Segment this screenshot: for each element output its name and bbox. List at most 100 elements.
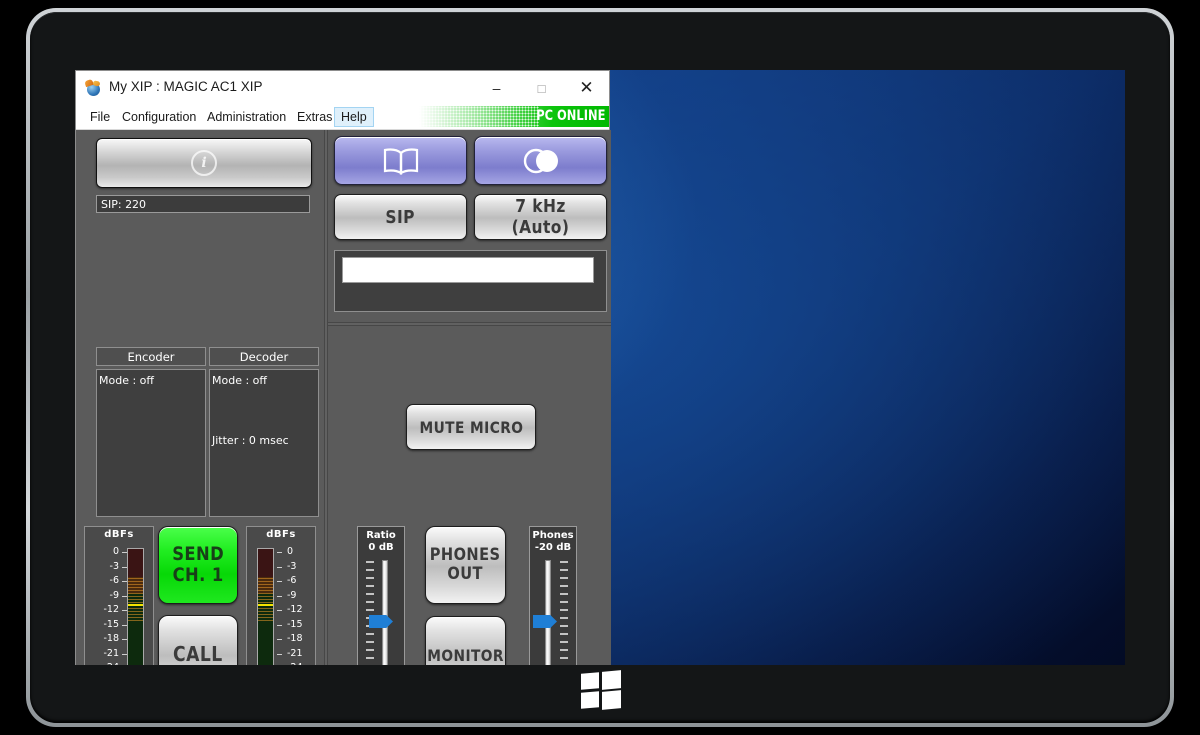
slider-tick	[560, 641, 568, 643]
meter-tick-label: 0	[113, 546, 119, 557]
sip-button[interactable]: SIP	[334, 194, 467, 240]
windows-logo-button[interactable]	[581, 671, 621, 709]
slider-tick	[560, 593, 568, 595]
meter-left-unit: dBFs	[85, 529, 153, 540]
window-menubar: File Configuration Administration Extras…	[76, 105, 609, 130]
two-circles-icon	[519, 148, 563, 174]
meter-tick-label: -15	[287, 619, 303, 630]
decoder-line-1: Mode : off	[212, 373, 318, 388]
meter-tick-label: -9	[287, 590, 296, 601]
encoder-header: Encoder	[96, 347, 206, 366]
mute-micro-label: MUTE MICRO	[419, 418, 523, 437]
slider-tick	[366, 561, 374, 563]
sip-button-label: SIP	[386, 207, 416, 228]
phones-out-label-1: PHONES	[430, 546, 501, 565]
window-titlebar[interactable]: My XIP : MAGIC AC1 XIP – □ ✕	[76, 71, 609, 105]
decoder-header: Decoder	[209, 347, 319, 366]
ratio-slider-track[interactable]	[382, 560, 388, 665]
close-button[interactable]: ✕	[564, 71, 609, 105]
meter-tick-mark	[122, 596, 127, 597]
meter-tick-label: -21	[103, 648, 119, 659]
meter-tick-label: -18	[287, 633, 303, 644]
meter-tick-mark	[277, 552, 282, 553]
decoder-status-box: Mode : off Jitter : 0 msec	[209, 369, 319, 517]
send-ch1-button[interactable]: SEND CH. 1	[158, 526, 238, 604]
slider-tick	[560, 633, 568, 635]
meter-tick-label: -21	[287, 648, 303, 659]
send-ch1-label-2: CH. 1	[172, 565, 224, 586]
meter-tick-mark	[122, 552, 127, 553]
menu-file[interactable]: File	[84, 107, 116, 127]
phones-slider-value: -20 dB	[530, 542, 576, 554]
slider-tick	[366, 577, 374, 579]
slider-tick	[366, 601, 374, 603]
call-label: CALL	[173, 642, 223, 665]
menu-extras[interactable]: Extras	[291, 107, 338, 127]
slider-tick	[560, 625, 568, 627]
minimize-button[interactable]: –	[474, 71, 519, 105]
meter-tick-label: -12	[287, 604, 303, 615]
ratio-slider-panel[interactable]: Ratio 0 dB	[357, 526, 405, 665]
panel-divider-vertical	[324, 130, 328, 665]
slider-tick	[560, 569, 568, 571]
meter-left-panel: dBFs 0-3-6-9-12-15-18-21-24-27-30-33-36-…	[84, 526, 154, 665]
menu-configuration[interactable]: Configuration	[116, 107, 202, 127]
mute-micro-button[interactable]: MUTE MICRO	[406, 404, 536, 450]
phones-slider-panel[interactable]: Phones -20 dB	[529, 526, 577, 665]
slider-tick	[366, 633, 374, 635]
phones-slider-knob[interactable]	[533, 615, 557, 628]
phones-slider-track[interactable]	[545, 560, 551, 665]
maximize-button[interactable]: □	[519, 71, 564, 105]
sip-input[interactable]	[96, 195, 310, 213]
meter-tick-label: -3	[287, 561, 296, 572]
screenshot-root: Audio Video Technologies Technologies My…	[0, 0, 1200, 735]
meter-tick-label: -18	[103, 633, 119, 644]
meter-tick-label: -12	[103, 604, 119, 615]
ratio-slider-knob[interactable]	[369, 615, 393, 628]
meter-tick-label: 0	[287, 546, 293, 557]
bandwidth-button-label: 7 kHz (Auto)	[484, 196, 597, 238]
number-display-frame	[334, 250, 607, 312]
encoder-status-box: Mode : off	[96, 369, 206, 517]
meter-tick-mark	[277, 581, 282, 582]
phones-out-button[interactable]: PHONES OUT	[425, 526, 506, 604]
status-badge-text: PC ONLINE	[536, 108, 605, 124]
ratio-slider-label: Ratio	[358, 530, 404, 542]
meter-tick-label: -6	[110, 575, 119, 586]
menu-help[interactable]: Help	[334, 107, 374, 127]
meter-right-bar	[257, 548, 274, 665]
window-body: i Encoder Decoder Mode : off Mode : off …	[76, 130, 611, 665]
slider-tick	[560, 609, 568, 611]
meter-tick-label: -24	[287, 662, 303, 665]
meter-tick-mark	[122, 610, 127, 611]
ratio-slider-value: 0 dB	[358, 542, 404, 554]
monitor-button[interactable]: MONITOR	[425, 616, 506, 665]
meter-tick-mark	[122, 654, 127, 655]
slider-tick	[366, 657, 374, 659]
menu-administration[interactable]: Administration	[201, 107, 292, 127]
call-button[interactable]: CALL	[158, 615, 238, 665]
overlay-button[interactable]	[474, 136, 607, 185]
bandwidth-button[interactable]: 7 kHz (Auto)	[474, 194, 607, 240]
slider-tick	[366, 569, 374, 571]
meter-right-unit: dBFs	[247, 529, 315, 540]
meter-tick-mark	[122, 581, 127, 582]
info-button[interactable]: i	[96, 138, 312, 188]
meter-tick-label: -6	[287, 575, 296, 586]
number-input[interactable]	[342, 257, 594, 283]
slider-tick	[366, 649, 374, 651]
meter-tick-label: -24	[103, 662, 119, 665]
book-icon	[381, 147, 421, 175]
slider-tick	[366, 585, 374, 587]
meter-tick-mark	[122, 639, 127, 640]
meter-tick-mark	[277, 610, 282, 611]
magic-ac1-xip-window: My XIP : MAGIC AC1 XIP – □ ✕ File Config…	[75, 70, 610, 665]
window-controls: – □ ✕	[474, 71, 609, 105]
phonebook-button[interactable]	[334, 136, 467, 185]
phones-slider-label: Phones	[530, 530, 576, 542]
meter-tick-mark	[277, 654, 282, 655]
slider-tick	[366, 593, 374, 595]
meter-left-bar	[127, 548, 144, 665]
meter-tick-mark	[122, 567, 127, 568]
slider-tick	[560, 649, 568, 651]
